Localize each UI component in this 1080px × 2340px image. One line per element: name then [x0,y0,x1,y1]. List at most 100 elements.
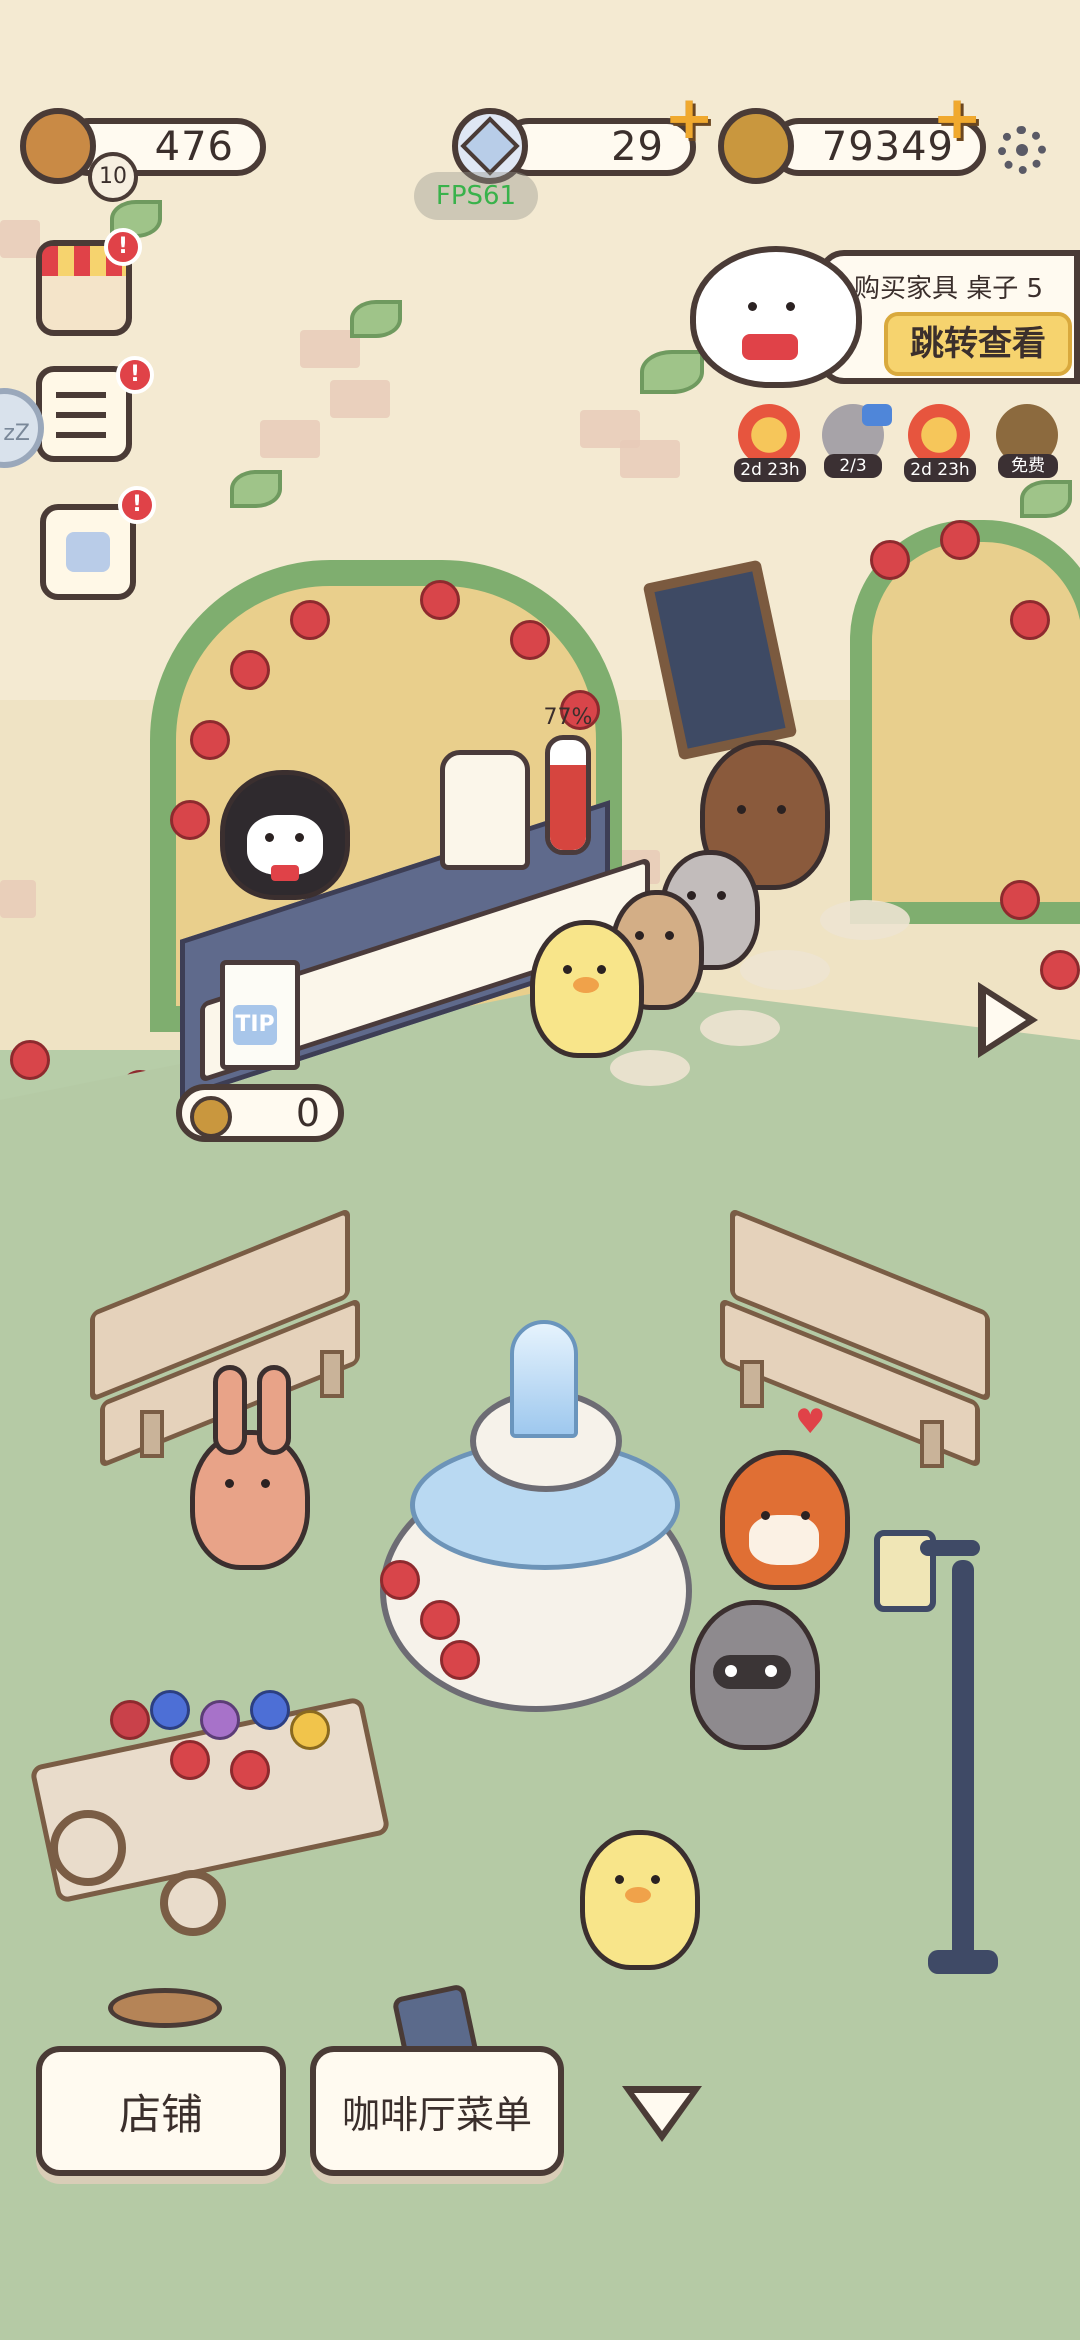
eye [225,1479,234,1488]
stool-icon [108,1988,222,2028]
eye [717,891,726,900]
husky-barista[interactable] [220,770,350,900]
fox-face [749,1515,819,1565]
cafe-menu-label: 咖啡厅菜单 [341,2092,532,2137]
rose [420,580,460,620]
rose [380,1560,420,1600]
diamond-value: 29 [611,124,664,170]
fountain-jet [510,1320,578,1438]
eye [687,891,696,900]
fps-indicator: FPS61 [414,172,538,220]
flower [250,1690,290,1730]
calendar-badge: ! [118,486,156,524]
cafe-menu-button[interactable]: 咖啡厅菜单 [310,2046,564,2176]
wall-brick [620,440,680,478]
bench-leg [320,1350,344,1398]
ivy-leaf [1020,480,1072,518]
chevron-down-fill [634,2093,690,2131]
wall-brick [0,220,40,258]
bowtie [271,865,299,881]
stepping-stone [700,1010,780,1046]
eye [665,931,674,940]
wall-brick [0,880,36,918]
wall-brick [260,420,320,458]
street-lamp-foot [928,1950,998,1974]
ivy-leaf [230,470,282,508]
eye [597,965,606,974]
eye [737,805,746,814]
rose [870,540,910,580]
flower [290,1710,330,1750]
milk-carton[interactable]: TIP [220,960,300,1070]
wall-brick [330,380,390,418]
rose [510,620,550,660]
coin-icon [190,1096,232,1138]
buff-1-label: 2d 23h [734,458,806,482]
chick-with-coffee[interactable] [580,1830,700,1970]
bunny-ear [257,1365,291,1455]
cat-mascot [690,246,862,388]
tip-tray-value: 0 [295,1091,320,1135]
buff-2-label: 2/3 [824,454,882,478]
task-list-badge: ! [116,356,154,394]
chick-customer[interactable] [530,920,644,1058]
fox-customer[interactable] [720,1450,850,1590]
eye [295,833,304,842]
bowtie [742,334,798,360]
rose [420,1600,460,1640]
raccoon-customer[interactable] [690,1600,820,1750]
add-coins-button[interactable]: + [932,88,982,148]
bunny-ear [213,1365,247,1455]
energy-level-badge: 10 [88,152,138,202]
quest-jump-button[interactable]: 跳转查看 [884,312,1072,376]
flower [230,1750,270,1790]
rose [1010,600,1050,640]
flower [170,1740,210,1780]
bunny-customer[interactable] [190,1365,310,1570]
store-button[interactable]: 店铺 [36,2046,286,2176]
eye [725,1665,737,1677]
eye [265,833,274,842]
eye [651,1875,660,1884]
rose [440,1640,480,1680]
add-diamonds-button[interactable]: + [664,88,714,148]
beak [573,977,599,993]
tip-tray[interactable]: 0 [176,1084,344,1142]
rose [170,800,210,840]
stepping-stone [820,900,910,940]
buff-3-label: 2d 23h [904,458,976,482]
energy-value: 476 [154,124,234,170]
next-area-arrow-fill [986,994,1026,1046]
gear-icon[interactable] [998,126,1046,174]
street-lamp-arm [920,1540,980,1556]
gold-coin-icon [718,108,794,184]
beak [625,1887,651,1903]
fire-coins-icon[interactable] [908,404,970,466]
street-lamp-pole [952,1560,974,1960]
ivy-leaf [640,350,704,394]
fire-coin-icon[interactable] [738,404,800,466]
eye [563,965,572,974]
rose [10,1040,50,1080]
eye [748,302,757,311]
cart-wheel [160,1870,226,1936]
eye [777,805,786,814]
shop-stall-badge: ! [104,228,142,266]
coffee-machine[interactable] [440,750,530,870]
brew-progress-label: 77% [543,705,593,730]
bench-leg [920,1420,944,1468]
eye [615,1875,624,1884]
rose [940,520,980,560]
rose [290,600,330,640]
rose [1000,880,1040,920]
brew-progress-fill [550,765,586,850]
eye [801,1511,810,1520]
calendar-button[interactable] [40,504,136,600]
flower [200,1700,240,1740]
brew-progress-tube [545,735,591,855]
eye [761,1511,770,1520]
flower [150,1690,190,1730]
eye [261,1479,270,1488]
store-label: 店铺 [118,2089,203,2139]
ivy-leaf [350,300,402,338]
